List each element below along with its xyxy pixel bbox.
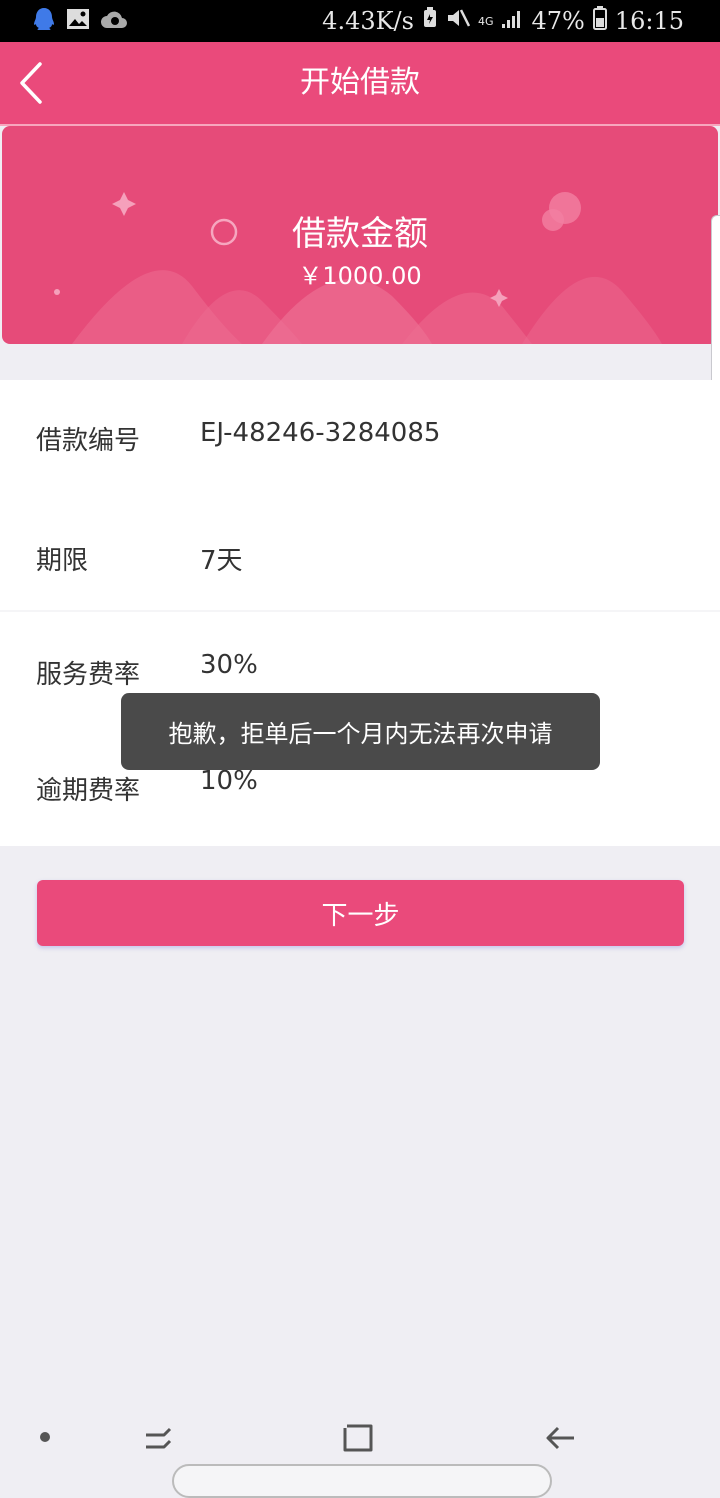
app-header: 开始借款 [0,42,720,126]
signal-icon [501,7,523,35]
info-value: 10% [200,766,258,796]
battery-percent: 47% [531,7,585,35]
clock: 16:15 [614,7,684,35]
info-value: 7天 [200,546,243,576]
home-button[interactable] [338,1418,378,1458]
info-label: 服务费率 [36,660,141,690]
cloud-icon [100,8,128,34]
loan-amount: ￥1000.00 [298,262,422,290]
info-label: 期限 [36,546,89,576]
status-bar-right: 4.43K/s 4G 47% 16:15 [322,0,684,42]
status-bar: 4.43K/s 4G 47% 16:15 [0,0,720,42]
network-4g-icon: 4G [477,14,494,28]
back-arrow-icon [546,1426,574,1450]
info-label: 逾期费率 [36,776,141,806]
info-value: EJ-48246-3284085 [200,418,441,448]
info-value: 30% [200,650,258,680]
loan-amount-banner: 借款金额 ￥1000.00 [2,126,718,344]
banner-title: 借款金额 [292,214,428,254]
info-row-loan-number: 借款编号 EJ-48246-3284085 [0,380,720,490]
system-nav-bar [0,1404,720,1498]
recent-apps-button[interactable] [138,1418,178,1458]
back-nav-button[interactable] [540,1418,580,1458]
battery-icon [592,6,607,36]
divider [0,610,720,612]
network-speed: 4.43K/s [322,7,414,35]
recent-apps-icon [146,1427,172,1449]
home-indicator [172,1464,552,1498]
gallery-icon [66,8,90,34]
next-step-button[interactable]: 下一步 [37,880,684,946]
page-title: 开始借款 [300,65,420,100]
status-bar-left [0,6,128,36]
info-row-term: 期限 7天 [0,500,720,610]
qq-icon [32,6,56,36]
toast-message: 抱歉，拒单后一个月内无法再次申请 [121,693,600,770]
battery-saver-icon [422,7,438,35]
home-icon [343,1424,373,1452]
mute-icon [446,7,471,35]
loan-info-card: 借款编号 EJ-48246-3284085 期限 7天 服务费率 30% 逾期费… [0,380,720,846]
nav-dot-icon [40,1432,50,1442]
info-label: 借款编号 [36,426,141,456]
